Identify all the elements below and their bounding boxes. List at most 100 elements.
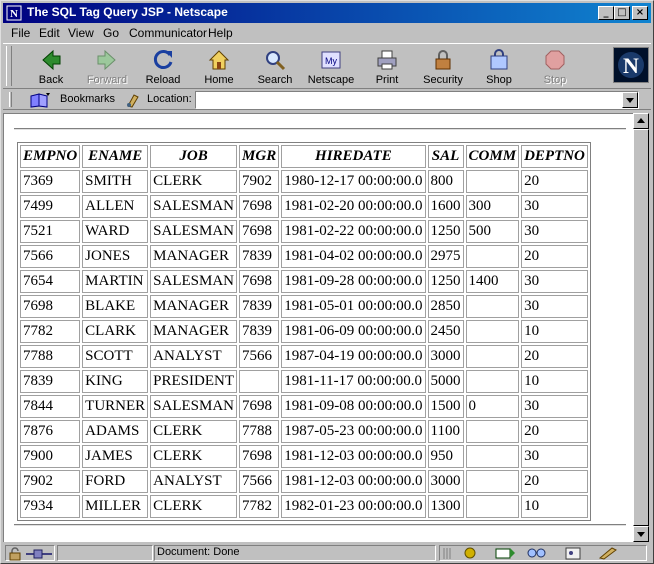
table-cell-hiredate: 1982-01-23 00:00:00.0	[281, 495, 426, 518]
composer-icon[interactable]	[598, 546, 620, 560]
bottom-rule	[14, 524, 626, 526]
vertical-scrollbar[interactable]	[633, 113, 649, 542]
table-cell-deptno: 20	[521, 470, 588, 493]
bookmarks-icon[interactable]	[29, 92, 51, 108]
chevron-down-icon	[626, 98, 634, 103]
table-cell-sal: 1500	[427, 395, 464, 418]
location-dropdown-button[interactable]	[622, 92, 638, 108]
toolbar-grip[interactable]	[6, 46, 12, 86]
window-title: The SQL Tag Query JSP - Netscape	[27, 5, 228, 19]
chevron-up-icon	[637, 118, 645, 123]
netscape-button[interactable]: My Netscape	[303, 46, 359, 88]
table-cell-hiredate: 1987-04-19 00:00:00.0	[281, 345, 426, 368]
header-cell: MGR	[239, 145, 280, 168]
page-proxy-icon[interactable]	[125, 92, 141, 108]
menu-file[interactable]: File	[11, 26, 30, 40]
table-cell-empno: 7499	[20, 195, 81, 218]
table-cell-hiredate: 1981-05-01 00:00:00.0	[281, 295, 426, 318]
table-cell-hiredate: 1981-06-09 00:00:00.0	[281, 320, 426, 343]
close-button[interactable]: ×	[632, 6, 648, 20]
table-cell-deptno: 30	[521, 195, 588, 218]
home-button[interactable]: Home	[191, 46, 247, 88]
employee-table: EMPNO ENAME JOB MGR HIREDATE SAL COMM DE…	[17, 142, 591, 521]
table-cell-deptno: 20	[521, 170, 588, 193]
menu-view[interactable]: View	[68, 26, 94, 40]
maximize-button[interactable]: □	[614, 6, 630, 20]
table-cell-comm: 0	[465, 395, 520, 418]
table-cell-ename: MARTIN	[82, 270, 149, 293]
address-book-icon[interactable]	[564, 546, 582, 560]
table-cell-empno: 7698	[20, 295, 81, 318]
menu-edit[interactable]: Edit	[39, 26, 60, 40]
table-cell-sal: 950	[427, 445, 464, 468]
back-button[interactable]: Back	[23, 46, 79, 88]
table-cell-sal: 2450	[427, 320, 464, 343]
bookmarks-label[interactable]: Bookmarks	[60, 93, 115, 105]
home-icon	[208, 50, 230, 70]
table-cell-comm	[465, 370, 520, 393]
table-cell-hiredate: 1981-11-17 00:00:00.0	[281, 370, 426, 393]
table-cell-job: CLERK	[150, 445, 238, 468]
table-cell-mgr: 7902	[239, 170, 280, 193]
component-bar-grip-icon[interactable]	[442, 547, 452, 560]
search-button[interactable]: Search	[247, 46, 303, 88]
minimize-button[interactable]: _	[598, 6, 614, 20]
newsgroups-icon[interactable]	[526, 546, 548, 560]
netscape-logo[interactable]: N	[613, 47, 649, 83]
location-input[interactable]	[195, 91, 639, 109]
table-cell-comm	[465, 445, 520, 468]
component-bar	[439, 545, 647, 561]
shop-button[interactable]: Shop	[471, 46, 527, 88]
scroll-up-button[interactable]	[633, 113, 649, 129]
security-indicator[interactable]	[5, 545, 55, 561]
table-cell-ename: SMITH	[82, 170, 149, 193]
table-cell-job: CLERK	[150, 420, 238, 443]
table-row: 7934 MILLER CLERK 7782 1982-01-23 00:00:00.0…	[20, 495, 588, 518]
table-cell-comm: 300	[465, 195, 520, 218]
menu-help[interactable]: Help	[208, 26, 233, 40]
header-cell: ENAME	[82, 145, 149, 168]
status-text: Document: Done	[157, 546, 240, 558]
table-cell-sal: 1300	[427, 495, 464, 518]
table-cell-deptno: 20	[521, 345, 588, 368]
table-cell-empno: 7902	[20, 470, 81, 493]
netscape-n-icon: N	[614, 48, 648, 82]
table-cell-ename: CLARK	[82, 320, 149, 343]
svg-text:My: My	[325, 56, 337, 66]
stop-button[interactable]: Stop	[527, 46, 583, 88]
menu-go[interactable]: Go	[103, 26, 119, 40]
header-cell: EMPNO	[20, 145, 81, 168]
menu-communicator[interactable]: Communicator	[129, 26, 207, 40]
location-grip[interactable]	[9, 92, 12, 107]
reload-button[interactable]: Reload	[135, 46, 191, 88]
stop-icon	[545, 50, 565, 70]
table-cell-job: CLERK	[150, 495, 238, 518]
table-cell-ename: JONES	[82, 245, 149, 268]
svg-text:N: N	[10, 8, 18, 20]
table-cell-mgr: 7782	[239, 495, 280, 518]
table-cell-ename: ADAMS	[82, 420, 149, 443]
forward-button[interactable]: Forward	[79, 46, 135, 88]
table-cell-sal: 1250	[427, 270, 464, 293]
print-button[interactable]: Print	[359, 46, 415, 88]
table-cell-sal: 2850	[427, 295, 464, 318]
table-cell-ename: FORD	[82, 470, 149, 493]
table-cell-empno: 7369	[20, 170, 81, 193]
table-cell-empno: 7839	[20, 370, 81, 393]
table-cell-mgr: 7566	[239, 345, 280, 368]
table-cell-comm	[465, 295, 520, 318]
table-cell-mgr: 7698	[239, 220, 280, 243]
table-cell-deptno: 30	[521, 270, 588, 293]
table-cell-deptno: 20	[521, 420, 588, 443]
scroll-down-button[interactable]	[633, 526, 649, 542]
security-button[interactable]: Security	[415, 46, 471, 88]
table-cell-deptno: 10	[521, 370, 588, 393]
table-cell-empno: 7566	[20, 245, 81, 268]
back-icon	[42, 49, 61, 71]
security-icon	[435, 50, 451, 70]
scroll-thumb[interactable]	[633, 129, 649, 526]
mail-icon[interactable]	[494, 546, 516, 560]
navigator-icon[interactable]	[462, 546, 478, 560]
table-cell-sal: 3000	[427, 345, 464, 368]
table-row: 7654 MARTIN SALESMAN 7698 1981-09-28 00:00:0…	[20, 270, 588, 293]
